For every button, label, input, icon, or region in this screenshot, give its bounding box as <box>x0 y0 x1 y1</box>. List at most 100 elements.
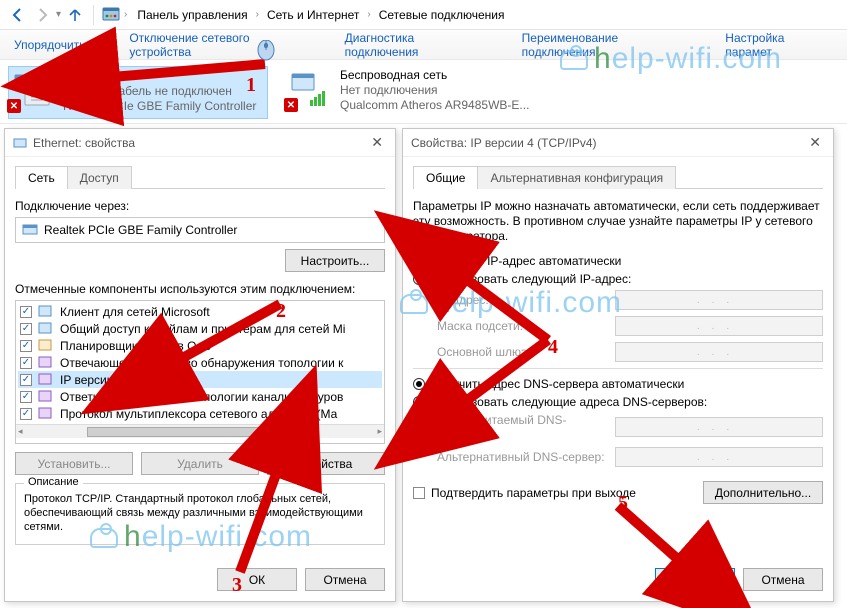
error-badge-icon: ✕ <box>284 98 298 112</box>
ethernet-icon: ✕ <box>11 69 53 111</box>
disable-label: Отключение сетевого устройства <box>129 31 312 59</box>
configure-button[interactable]: Настроить... <box>285 249 385 272</box>
cancel-button[interactable]: Отмена <box>743 568 823 591</box>
component-name: Отвечающее устройство обнаружения тополо… <box>60 356 343 370</box>
dns1-label: Предпочитаемый DNS-сервер: <box>437 413 607 441</box>
wifi-logo-icon <box>400 294 428 314</box>
dns2-input: ... <box>615 447 823 467</box>
forward-button[interactable] <box>30 3 54 27</box>
connection-status: Нет подключения <box>340 83 529 98</box>
diagnose-button[interactable]: Диагностика подключения <box>345 31 490 59</box>
watermark: help-wifi.com <box>560 42 782 76</box>
radio-label: Получить IP-адрес автоматически <box>431 254 621 268</box>
radio-label: Использовать следующие адреса DNS-сервер… <box>431 395 707 409</box>
tab-alternative[interactable]: Альтернативная конфигурация <box>477 166 676 189</box>
component-name: Клиент для сетей Microsoft <box>60 305 210 319</box>
component-name: Протокол мультиплексора сетевого адаптер… <box>60 407 337 421</box>
radio-ip-auto[interactable]: Получить IP-адрес автоматически <box>413 254 823 268</box>
component-name: Общий доступ к файлам и принтерам для се… <box>60 322 345 336</box>
recent-dropdown[interactable]: ▾ <box>56 9 61 20</box>
wifi-logo-icon <box>560 50 588 70</box>
breadcrumb: Панель управления › Сеть и Интернет › Се… <box>135 6 506 24</box>
diagnose-label: Диагностика подключения <box>345 31 490 59</box>
subnet-mask-label: Маска подсети: <box>437 319 607 333</box>
dialog-title: Ethernet: свойства <box>33 136 135 150</box>
radio-icon <box>413 378 425 390</box>
cancel-button[interactable]: Отмена <box>305 568 385 591</box>
ipv4-properties-dialog: Свойства: IP версии 4 (TCP/IPv4) ✕ Общие… <box>402 128 834 602</box>
radio-dns-manual[interactable]: Использовать следующие адреса DNS-сервер… <box>413 395 823 409</box>
horizontal-scrollbar[interactable]: ◂▸ <box>16 424 384 438</box>
connect-via-label: Подключение через: <box>15 199 385 213</box>
tab-network[interactable]: Сеть <box>15 166 68 189</box>
address-bar: ▾ › Панель управления › Сеть и Интернет … <box>0 0 847 30</box>
components-list[interactable]: ✓Клиент для сетей Microsoft ✓Общий досту… <box>15 300 385 444</box>
component-name: Планировщик пакетов QoS <box>60 339 211 353</box>
breadcrumb-item[interactable]: Панель управления <box>135 6 249 24</box>
confirm-on-exit-checkbox[interactable]: Подтвердить параметры при выходе Дополни… <box>413 481 823 504</box>
radio-label: Получить адрес DNS-сервера автоматически <box>431 377 684 391</box>
connection-title: Беспроводная сеть <box>340 68 529 83</box>
close-button[interactable]: ✕ <box>805 134 825 151</box>
watermark: help-wifi.com <box>90 520 312 554</box>
connection-item-wifi[interactable]: ✕ Беспроводная сеть Нет подключения Qual… <box>286 66 546 119</box>
radio-dns-auto[interactable]: Получить адрес DNS-сервера автоматически <box>413 377 823 391</box>
dns2-label: Альтернативный DNS-сервер: <box>437 450 607 464</box>
components-label: Отмеченные компоненты используются этим … <box>15 282 385 296</box>
watermark: help-wifi.com <box>400 286 622 320</box>
organize-menu[interactable]: Упорядочить▼ <box>14 38 97 52</box>
subnet-mask-input: ... <box>615 316 823 336</box>
wifi-icon: ✕ <box>288 68 330 110</box>
close-button[interactable]: ✕ <box>367 134 387 151</box>
disable-device-button[interactable]: Отключение сетевого устройства <box>129 31 312 59</box>
description-heading: Описание <box>24 476 83 488</box>
install-button[interactable]: Установить... <box>15 452 133 475</box>
chevron-right-icon: › <box>367 9 370 20</box>
adapter-name: Realtek PCIe GBE Family Controller <box>44 223 237 237</box>
component-name: IP версии 4 (TCP/IPv4) <box>60 373 186 387</box>
list-item[interactable]: ✓Ответчик обнаружения топологии канально… <box>18 388 382 405</box>
tab-general[interactable]: Общие <box>413 166 478 189</box>
adapter-field: Realtek PCIe GBE Family Controller <box>15 217 385 243</box>
radio-icon <box>413 273 425 285</box>
adapter-icon <box>13 136 27 150</box>
organize-label: Упорядочить <box>14 38 85 52</box>
list-item[interactable]: ✓Протокол мультиплексора сетевого адапте… <box>18 405 382 422</box>
radio-ip-manual[interactable]: Использовать следующий IP-адрес: <box>413 272 823 286</box>
properties-button[interactable]: Свойства <box>267 452 385 475</box>
intro-text: Параметры IP можно назначать автоматичес… <box>413 199 823 244</box>
checkbox-label: Подтвердить параметры при выходе <box>431 486 636 500</box>
radio-icon <box>413 396 425 408</box>
list-item-ipv4[interactable]: ✓IP версии 4 (TCP/IPv4) <box>18 371 382 388</box>
ok-button[interactable]: ОК <box>655 568 735 591</box>
advanced-button[interactable]: Дополнительно... <box>703 481 823 504</box>
gateway-label: Основной шлюз: <box>437 345 607 359</box>
remove-button[interactable]: Удалить <box>141 452 259 475</box>
wifi-logo-icon <box>90 528 118 548</box>
chevron-right-icon: › <box>256 9 259 20</box>
connection-adapter: Realtek PCIe GBE Family Controller <box>63 99 256 114</box>
back-button[interactable] <box>6 3 30 27</box>
ip-address-input: ... <box>615 290 823 310</box>
list-item[interactable]: ✓Клиент для сетей Microsoft <box>18 303 382 320</box>
list-item[interactable]: ✓Общий доступ к файлам и принтерам для с… <box>18 320 382 337</box>
ok-button[interactable]: ОК <box>217 568 297 591</box>
connection-item-ethernet[interactable]: ✕ Ethernet Сетевой кабель не подключен R… <box>8 66 268 119</box>
dns1-input: ... <box>615 417 823 437</box>
connection-status: Сетевой кабель не подключен <box>63 84 256 99</box>
dialog-title: Свойства: IP версии 4 (TCP/IPv4) <box>411 136 597 150</box>
breadcrumb-item[interactable]: Сетевые подключения <box>377 6 507 24</box>
nic-icon <box>22 223 38 237</box>
breadcrumb-item[interactable]: Сеть и Интернет <box>265 6 361 24</box>
tab-access[interactable]: Доступ <box>67 166 132 189</box>
error-badge-icon: ✕ <box>7 99 21 113</box>
radio-icon <box>413 255 425 267</box>
list-item[interactable]: ✓Отвечающее устройство обнаружения топол… <box>18 354 382 371</box>
control-panel-icon <box>100 4 122 26</box>
list-item[interactable]: ✓Планировщик пакетов QoS <box>18 337 382 354</box>
connection-title: Ethernet <box>63 69 256 84</box>
connection-adapter: Qualcomm Atheros AR9485WB-E... <box>340 98 529 113</box>
checkbox-icon <box>413 487 425 499</box>
radio-label: Использовать следующий IP-адрес: <box>431 272 631 286</box>
up-button[interactable] <box>63 3 87 27</box>
